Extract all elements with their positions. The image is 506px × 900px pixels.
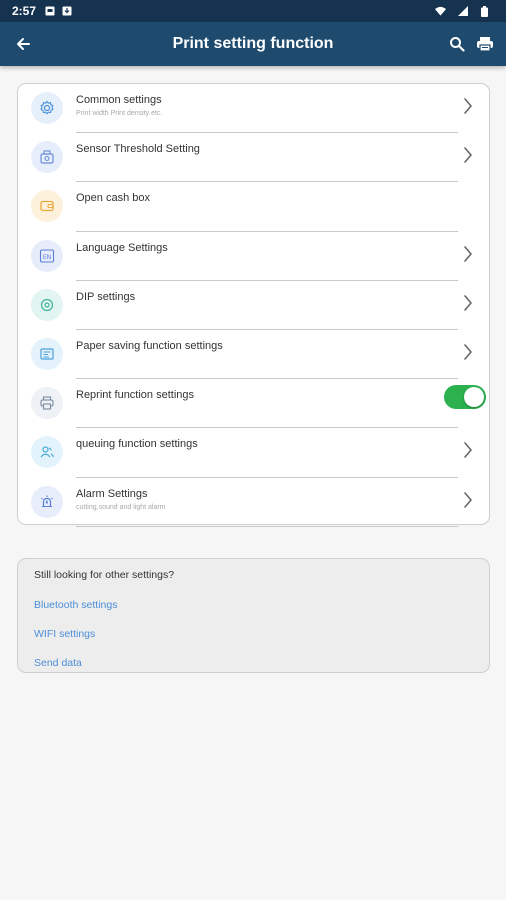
page-title: Print setting function <box>172 35 334 52</box>
wifi-settings-link[interactable]: WIFI settings <box>34 628 473 641</box>
search-icon[interactable] <box>446 33 468 55</box>
app-bar: Print setting function <box>0 22 506 66</box>
setting-label: Paper saving function settings <box>76 339 223 352</box>
setting-label: queuing function settings <box>76 438 198 451</box>
notification-image-icon <box>44 6 55 17</box>
setting-texts: queuing function settings <box>76 437 449 451</box>
setting-label: Common settings <box>76 94 162 106</box>
setting-label: Sensor Threshold Setting <box>76 143 200 156</box>
back-arrow-icon[interactable] <box>10 31 36 57</box>
gear-icon <box>31 92 63 124</box>
row-divider <box>76 525 458 527</box>
paper-icon <box>31 337 63 370</box>
reprint-toggle[interactable] <box>444 385 486 410</box>
setting-row-sensor[interactable]: Sensor Threshold Setting <box>18 133 489 183</box>
printer-icon[interactable] <box>474 33 496 55</box>
setting-texts: Language Settings <box>76 241 449 255</box>
setting-texts: Alarm Settings cutting,sound and light al… <box>76 487 449 512</box>
status-time: 2:57 <box>12 4 37 18</box>
setting-texts: Reprint function settings <box>76 388 449 402</box>
users-icon <box>31 436 63 469</box>
setting-texts: Paper saving function settings <box>76 339 449 353</box>
setting-label: Language Settings <box>76 241 168 254</box>
setting-label: Open cash box <box>76 192 150 205</box>
setting-row-cashbox[interactable]: Open cash box <box>18 182 489 232</box>
setting-label: Reprint function settings <box>76 389 195 402</box>
setting-texts: Open cash box <box>76 191 449 205</box>
toggle-knob <box>464 387 484 408</box>
notification-download-icon <box>61 6 72 17</box>
bluetooth-settings-link[interactable]: Bluetooth settings <box>34 599 473 612</box>
setting-row-language[interactable]: EN Language Settings <box>18 232 489 281</box>
setting-row-dip[interactable]: DIP settings <box>18 281 489 330</box>
language-icon: EN <box>31 239 63 272</box>
chevron-right-icon[interactable] <box>461 96 475 116</box>
chevron-right-icon[interactable] <box>461 293 475 313</box>
printer-icon <box>31 387 63 420</box>
alarm-icon <box>31 485 63 518</box>
setting-subtitle: cutting,sound and light alarm <box>76 503 166 511</box>
other-settings-card: Still looking for other settings? Blueto… <box>17 558 490 673</box>
setting-subtitle: Print width Print density etc. <box>76 110 163 117</box>
chevron-right-icon[interactable] <box>461 145 475 165</box>
setting-texts: Common settings Print width Print density… <box>76 93 449 118</box>
sensor-icon <box>31 141 63 174</box>
setting-label: Alarm Settings <box>76 487 148 500</box>
setting-row-reprint[interactable]: Reprint function settings <box>18 379 489 429</box>
setting-row-alarm[interactable]: Alarm Settings cutting,sound and light al… <box>18 478 489 527</box>
battery-icon <box>479 5 490 17</box>
wifi-icon <box>435 6 446 17</box>
chevron-right-icon[interactable] <box>461 244 475 264</box>
chevron-right-icon[interactable] <box>461 342 475 362</box>
settings-card: Common settings Print width Print density… <box>17 83 490 527</box>
dip-icon <box>31 288 63 321</box>
setting-label: DIP settings <box>76 290 136 303</box>
setting-texts: DIP settings <box>76 290 449 304</box>
chevron-right-icon[interactable] <box>461 440 475 460</box>
chevron-right-icon[interactable] <box>461 490 475 510</box>
wallet-icon <box>31 190 63 223</box>
setting-row-paper[interactable]: Paper saving function settings <box>18 330 489 380</box>
status-bar: 2:57 <box>0 0 506 22</box>
setting-row-common[interactable]: Common settings Print width Print density… <box>18 84 489 134</box>
setting-texts: Sensor Threshold Setting <box>76 142 449 156</box>
svg-text:EN: EN <box>43 253 51 260</box>
signal-icon <box>457 6 468 17</box>
other-settings-heading: Still looking for other settings? <box>34 569 175 581</box>
send-data-link[interactable]: Send data <box>34 657 473 670</box>
setting-row-queue[interactable]: queuing function settings <box>18 428 489 478</box>
